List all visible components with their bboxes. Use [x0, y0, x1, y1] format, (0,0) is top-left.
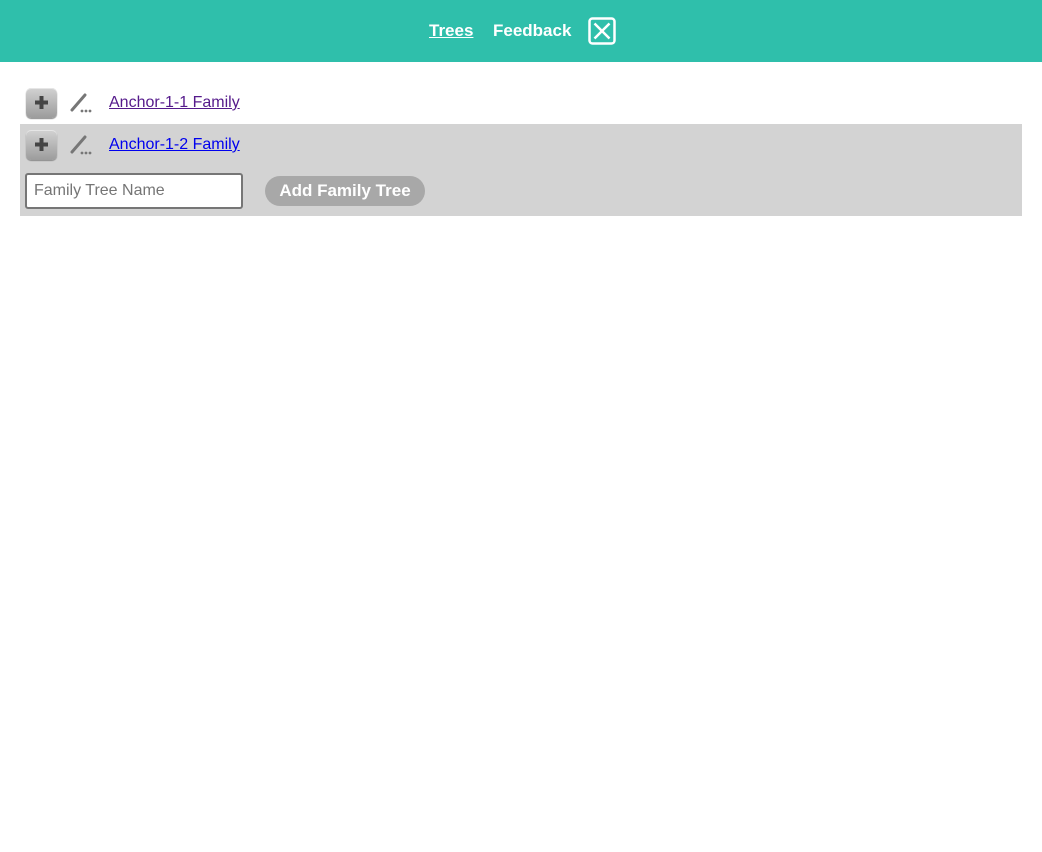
tree-link[interactable]: Anchor-1-1 Family	[109, 94, 240, 112]
pencil-edit-icon[interactable]	[69, 134, 93, 156]
pencil-edit-icon[interactable]	[69, 92, 93, 114]
family-tree-list: Anchor-1-1 Family Anchor-1-2 Family Add …	[20, 82, 1022, 216]
top-nav-bar: Trees Feedback	[0, 0, 1042, 62]
close-icon[interactable]	[588, 17, 616, 45]
plus-icon	[35, 138, 48, 151]
nav-link-trees[interactable]: Trees	[429, 20, 473, 41]
tree-link[interactable]: Anchor-1-2 Family	[109, 136, 240, 154]
nav-link-feedback[interactable]: Feedback	[493, 20, 571, 41]
plus-icon	[35, 96, 48, 109]
family-tree-name-input[interactable]	[25, 173, 243, 209]
add-member-button[interactable]	[26, 130, 57, 160]
tree-row: Anchor-1-2 Family	[20, 124, 1022, 166]
tree-row: Anchor-1-1 Family	[20, 82, 1022, 124]
add-family-tree-button[interactable]: Add Family Tree	[265, 176, 425, 206]
add-tree-form: Add Family Tree	[20, 166, 1022, 216]
add-member-button[interactable]	[26, 88, 57, 118]
